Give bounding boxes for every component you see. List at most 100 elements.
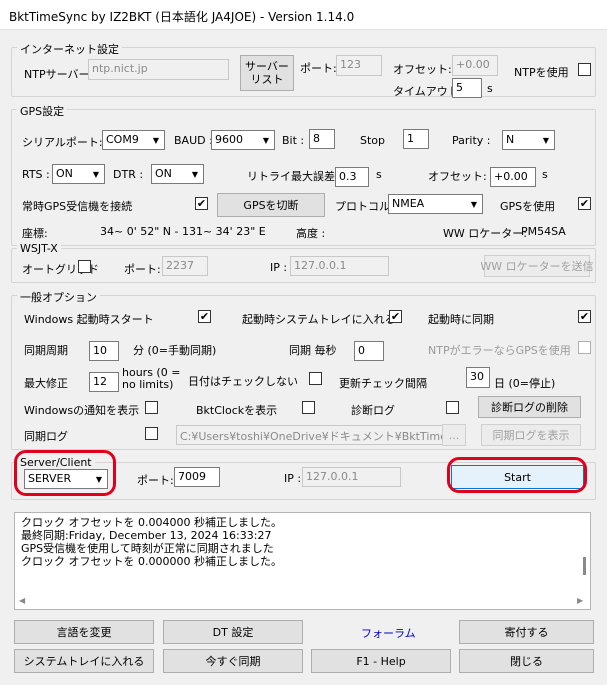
ntp-server-label: NTPサーバー [24, 68, 90, 81]
ntp-port-input[interactable]: 123 [336, 55, 382, 76]
sync-period-unit: 分 (0=手動同期) [133, 344, 217, 357]
show-sync-log-button[interactable]: 同期ログを表示 [481, 424, 581, 446]
checkmark-icon: ✔ [390, 310, 401, 323]
send-locator-button[interactable]: WW ロケーターを送信 [480, 255, 594, 277]
donate-button[interactable]: 寄付する [459, 620, 594, 644]
sync-on-start-label: 起動時に同期 [428, 313, 494, 326]
ntp-fallback-checkbox[interactable] [578, 341, 591, 354]
diag-log-checkbox[interactable] [446, 401, 459, 414]
ntp-offset-input[interactable]: +0.00 [452, 55, 498, 76]
server-list-button[interactable]: サーバー リスト [240, 55, 294, 91]
altitude-label: 高度 : [296, 227, 326, 240]
max-correction-label: 最大修正 [24, 377, 68, 390]
show-notify-label: Windowsの通知を表示 [24, 404, 140, 417]
retry-label: リトライ最大誤差: [247, 170, 339, 183]
gps-offset-input[interactable]: +0.00 [490, 167, 536, 187]
stop-label: Stop [360, 134, 386, 147]
bit-input[interactable]: 8 [309, 129, 335, 149]
gps-offset-unit: s [542, 168, 548, 181]
title-bar: BktTimeSync by IZ2BKT (日本語化 JA4JOE) - Ve… [0, 0, 607, 30]
dt-settings-button[interactable]: DT 設定 [163, 620, 303, 644]
always-connect-label: 常時GPS受信機を接続 [22, 200, 133, 213]
log-lines: クロック オフセットを 0.004000 秒補正しました。 最終同期:Frida… [21, 516, 282, 568]
server-ip-label: IP : [284, 472, 302, 485]
change-language-button[interactable]: 言語を変更 [14, 620, 154, 644]
retry-input[interactable]: 0.3 [335, 167, 369, 187]
vertical-scrollbar-thumb[interactable] [583, 557, 586, 575]
max-correction-unit: hours (0 = no limits) [122, 366, 181, 391]
show-notify-checkbox[interactable] [145, 401, 158, 414]
general-options-title: 一般オプション [17, 289, 100, 305]
window-title: BktTimeSync by IZ2BKT (日本語化 JA4JOE) - Ve… [9, 10, 355, 24]
sync-period-label: 同期周期 [24, 344, 68, 357]
locator-value: PM54SA [521, 225, 566, 238]
server-port-label: ポート: [137, 474, 174, 487]
protocol-select[interactable]: NMEA ▼ [388, 194, 483, 214]
chevron-down-icon: ▼ [92, 169, 100, 179]
coords-value: 34~ 0' 52" N - 131~ 34' 23" E [100, 225, 266, 238]
tray-on-start-label: 起動時システムトレイに入れる [242, 313, 396, 326]
sync-log-path-input[interactable]: C:¥Users¥toshi¥OneDrive¥ドキュメント¥BktTimeSy… [176, 425, 463, 445]
log-line: クロック オフセットを 0.004000 秒補正しました。 [21, 516, 282, 529]
wsjtx-port-input[interactable]: 2237 [162, 256, 208, 276]
rts-label: RTS : [22, 168, 50, 181]
baud-select[interactable]: 9600 ▼ [211, 130, 275, 150]
to-tray-button[interactable]: システムトレイに入れる [14, 649, 154, 673]
scroll-right-icon[interactable]: ▶ [577, 596, 583, 605]
sync-period-input[interactable]: 10 [89, 341, 119, 361]
gps-settings-title: GPS設定 [17, 103, 68, 119]
internet-settings-title: インターネット設定 [17, 41, 122, 57]
server-port-input[interactable]: 7009 [174, 467, 220, 487]
windows-startup-label: Windows 起動時スタート [24, 313, 154, 326]
wsjtx-title: WSJT-X [17, 242, 61, 255]
bit-label: Bit : [282, 134, 305, 147]
sync-log-label: 同期ログ [24, 430, 68, 443]
tray-on-start-checkbox[interactable]: ✔ [389, 310, 402, 323]
use-ntp-checkbox[interactable] [578, 63, 591, 76]
browse-button[interactable]: ... [442, 424, 466, 446]
show-bktclock-checkbox[interactable] [302, 401, 315, 414]
wsjtx-ip-input[interactable]: 127.0.0.1 [290, 256, 389, 276]
gps-disconnect-button[interactable]: GPSを切断 [217, 193, 325, 217]
checkmark-icon: ✔ [199, 310, 210, 323]
sync-on-start-checkbox[interactable]: ✔ [578, 310, 591, 323]
scroll-left-icon[interactable]: ◀ [19, 596, 25, 605]
parity-label: Parity : [452, 134, 491, 147]
autogrid-checkbox[interactable] [78, 260, 91, 273]
coords-label: 座標: [22, 227, 48, 240]
help-button[interactable]: F1 - Help [311, 649, 451, 673]
chevron-down-icon: ▼ [262, 135, 270, 145]
log-line: クロック オフセットを 0.000000 秒補正しました。 [21, 555, 282, 568]
sync-every-sec-label: 同期 毎秒 [289, 344, 337, 357]
max-correction-input[interactable]: 12 [89, 372, 119, 392]
rts-select[interactable]: ON ▼ [52, 164, 105, 184]
checkmark-icon: ✔ [579, 310, 590, 323]
sync-log-checkbox[interactable] [145, 427, 158, 440]
dtr-select[interactable]: ON ▼ [151, 164, 204, 184]
no-date-check-label: 日付はチェックしない [188, 375, 298, 388]
windows-startup-checkbox[interactable]: ✔ [198, 310, 211, 323]
close-button[interactable]: 閉じる [459, 649, 594, 673]
timeout-input[interactable]: 5 [452, 78, 482, 98]
stop-input[interactable]: 1 [403, 129, 429, 149]
chevron-down-icon: ▼ [470, 199, 478, 209]
serial-port-select[interactable]: COM9 ▼ [102, 130, 165, 150]
sync-every-sec-input[interactable]: 0 [354, 341, 384, 361]
use-gps-label: GPSを使用 [500, 200, 556, 213]
server-ip-input[interactable]: 127.0.0.1 [302, 467, 401, 487]
parity-select[interactable]: N ▼ [502, 130, 555, 150]
ntp-fallback-label: NTPがエラーならGPSを使用 [428, 344, 571, 357]
use-gps-checkbox[interactable]: ✔ [578, 197, 591, 210]
sync-log-output[interactable]: クロック オフセットを 0.004000 秒補正しました。 最終同期:Frida… [14, 512, 591, 610]
no-date-check-checkbox[interactable] [309, 372, 322, 385]
dtr-label: DTR : [113, 168, 144, 181]
show-bktclock-label: BktClockを表示 [196, 404, 278, 417]
sync-now-button[interactable]: 今すぐ同期 [163, 649, 303, 673]
protocol-label: プロトコル: [335, 200, 394, 213]
delete-diag-log-button[interactable]: 診断ログの削除 [478, 396, 581, 418]
ntp-server-input[interactable]: ntp.nict.jp [88, 59, 229, 80]
forum-link[interactable]: フォーラム [361, 625, 416, 641]
update-interval-input[interactable]: 30 [466, 367, 490, 388]
always-connect-checkbox[interactable]: ✔ [195, 197, 208, 210]
wsjtx-ip-label: IP : [270, 261, 288, 274]
